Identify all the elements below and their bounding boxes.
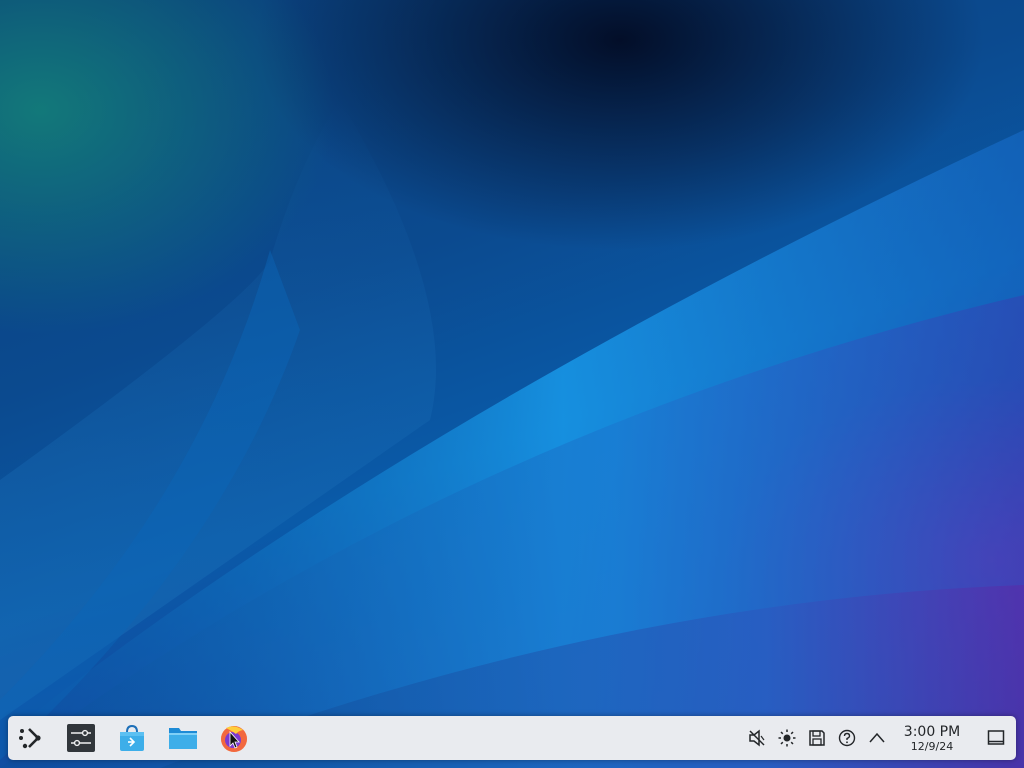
plasma-launcher-icon <box>19 728 41 749</box>
help-circle-icon <box>838 729 856 747</box>
speaker-muted-icon <box>749 729 765 747</box>
settings-sliders-icon <box>67 724 95 752</box>
tray-brightness-button[interactable] <box>772 716 802 760</box>
clock-date: 12/9/24 <box>910 739 954 753</box>
digital-clock[interactable]: 3:00 PM 12/9/24 <box>896 716 968 760</box>
tray-expander-button[interactable] <box>862 716 892 760</box>
shopping-bag-icon <box>120 724 144 751</box>
task-firefox[interactable] <box>212 716 256 760</box>
sun-icon <box>778 729 796 747</box>
application-launcher-button[interactable] <box>8 716 52 760</box>
show-desktop-icon <box>987 730 1005 745</box>
task-system-settings[interactable] <box>59 716 103 760</box>
clock-time: 3:00 PM <box>903 723 961 740</box>
taskbar-panel: 3:00 PM 12/9/24 <box>8 716 1016 760</box>
tray-volume-button[interactable] <box>742 716 772 760</box>
task-dolphin-file-manager[interactable] <box>161 716 205 760</box>
wallpaper <box>0 100 1024 768</box>
tray-disks-button[interactable] <box>802 716 832 760</box>
task-discover[interactable] <box>110 716 154 760</box>
tray-help-button[interactable] <box>832 716 862 760</box>
desktop[interactable]: 3:00 PM 12/9/24 <box>0 0 1024 768</box>
floppy-disk-icon <box>809 730 825 746</box>
chevron-up-icon <box>869 732 885 743</box>
show-desktop-button[interactable] <box>976 716 1016 760</box>
folder-icon <box>169 728 197 749</box>
firefox-icon <box>221 726 247 752</box>
